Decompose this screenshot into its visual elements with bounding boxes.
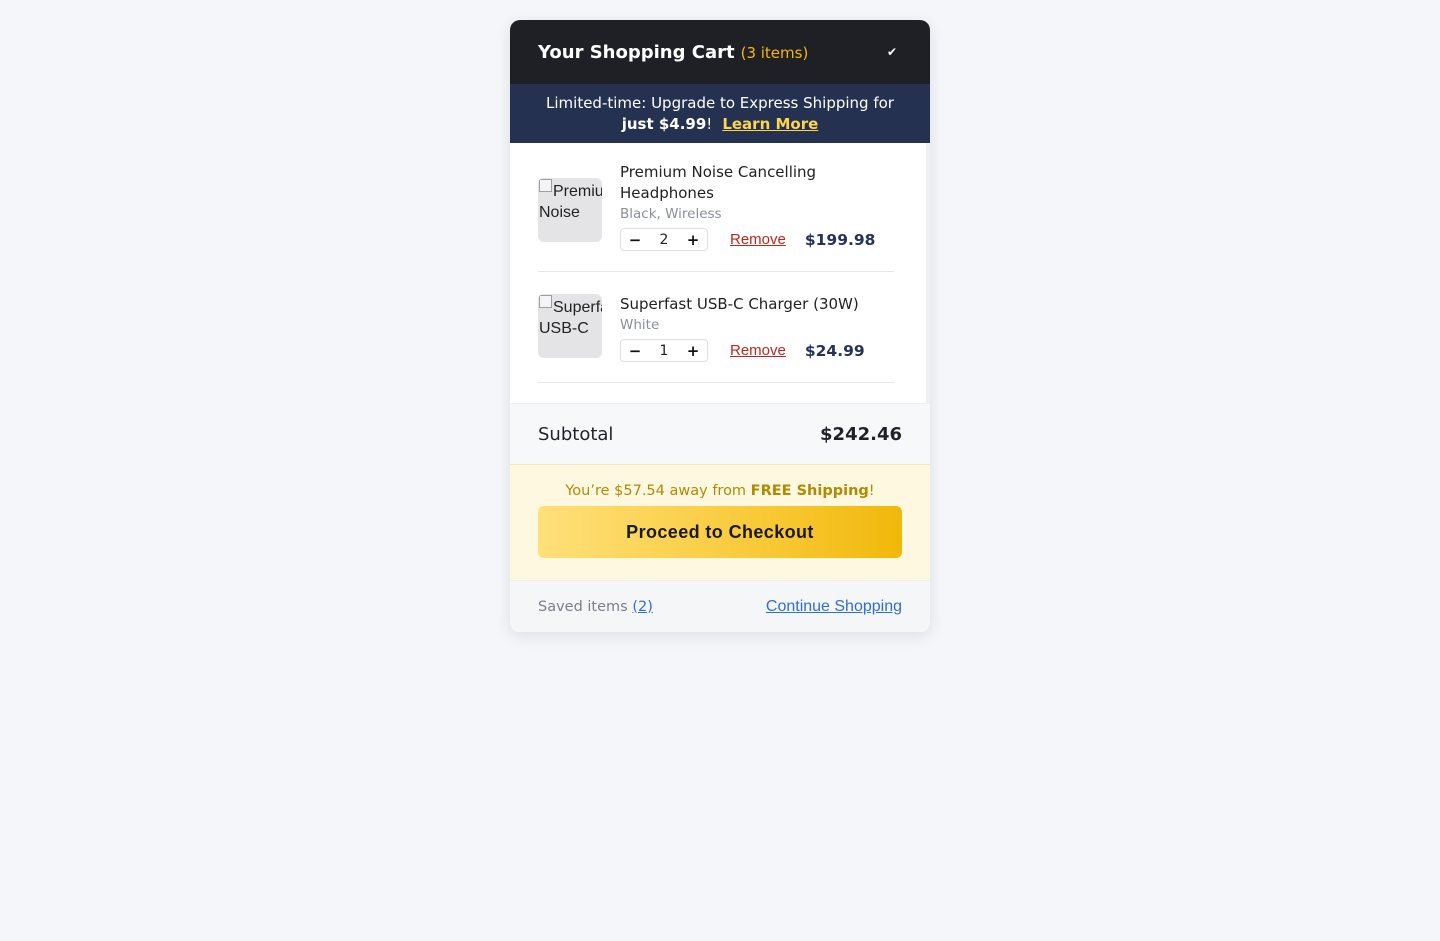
promo-text: Limited-time: Upgrade to Express Shippin… <box>546 94 894 112</box>
learn-more-link[interactable]: Learn More <box>722 115 818 133</box>
promo-exclaim: ! <box>706 115 713 133</box>
item-actions: − 1 + Remove $24.99 <box>620 339 894 362</box>
increase-quantity-button[interactable]: + <box>679 342 707 360</box>
promo-banner: Limited-time: Upgrade to Express Shippin… <box>510 84 930 143</box>
checkout-section: You’re $57.54 away from FREE Shipping! P… <box>510 465 930 581</box>
remove-item-link[interactable]: Remove <box>730 342 786 359</box>
saved-items-count-link[interactable]: (2) <box>632 599 653 615</box>
item-actions: − 2 + Remove $199.98 <box>620 228 894 251</box>
item-price: $24.99 <box>804 341 865 360</box>
shipping-prefix: You’re $57.54 away from <box>565 483 751 499</box>
shipping-suffix: ! <box>868 483 875 499</box>
checkout-button[interactable]: Proceed to Checkout <box>538 506 902 558</box>
quantity-value[interactable]: 1 <box>649 343 679 359</box>
promo-price: just $4.99 <box>621 115 707 133</box>
decrease-quantity-button[interactable]: − <box>621 231 649 249</box>
product-image: Premium Noise <box>538 178 602 242</box>
cart-title-group: Your Shopping Cart (3 items) <box>538 42 808 63</box>
shipping-highlight: FREE Shipping <box>750 483 869 499</box>
quantity-value[interactable]: 2 <box>649 232 679 248</box>
shopping-cart-panel: Your Shopping Cart (3 items) ✔ Limited-ti… <box>510 20 930 632</box>
saved-items-label: Saved items <box>538 598 633 615</box>
item-info: Superfast USB-C Charger (30W) White − 1 … <box>620 294 894 362</box>
product-image: Superfast USB-C <box>538 294 602 358</box>
broken-image-icon <box>539 295 552 308</box>
item-name: Premium Noise Cancelling Headphones <box>620 163 817 202</box>
cart-footer: Saved items (2) Continue Shopping <box>510 581 930 632</box>
subtotal-label: Subtotal <box>538 423 614 445</box>
checkmark-icon[interactable]: ✔ <box>884 44 900 60</box>
cart-header: Your Shopping Cart (3 items) ✔ <box>510 20 930 84</box>
decrease-quantity-button[interactable]: − <box>621 342 649 360</box>
cart-items-list: Premium Noise Premium Noise Cancelling H… <box>510 143 930 403</box>
item-name: Superfast USB-C Charger (30W) <box>620 295 859 313</box>
saved-items: Saved items (2) <box>538 599 653 615</box>
increase-quantity-button[interactable]: + <box>679 231 707 249</box>
image-alt-text: Noise <box>539 204 580 221</box>
broken-image-icon <box>539 179 552 192</box>
cart-item-count: (3 items) <box>740 43 809 62</box>
item-variant: Black, Wireless <box>620 206 722 222</box>
cart-item: Superfast USB-C Superfast USB-C Charger … <box>538 272 894 383</box>
image-alt-text: USB-C <box>539 320 589 337</box>
item-variant: White <box>620 317 660 333</box>
quantity-stepper: − 1 + <box>620 339 708 362</box>
remove-item-link[interactable]: Remove <box>730 231 786 248</box>
subtotal-row: Subtotal $242.46 <box>510 403 930 465</box>
cart-item: Premium Noise Premium Noise Cancelling H… <box>538 143 894 272</box>
item-info: Premium Noise Cancelling Headphones Blac… <box>620 162 894 251</box>
subtotal-value: $242.46 <box>820 423 902 445</box>
item-price: $199.98 <box>804 230 876 249</box>
free-shipping-message: You’re $57.54 away from FREE Shipping! <box>538 483 902 499</box>
continue-shopping-link[interactable]: Continue Shopping <box>766 598 902 616</box>
cart-title: Your Shopping Cart <box>538 41 735 63</box>
quantity-stepper: − 2 + <box>620 228 708 251</box>
